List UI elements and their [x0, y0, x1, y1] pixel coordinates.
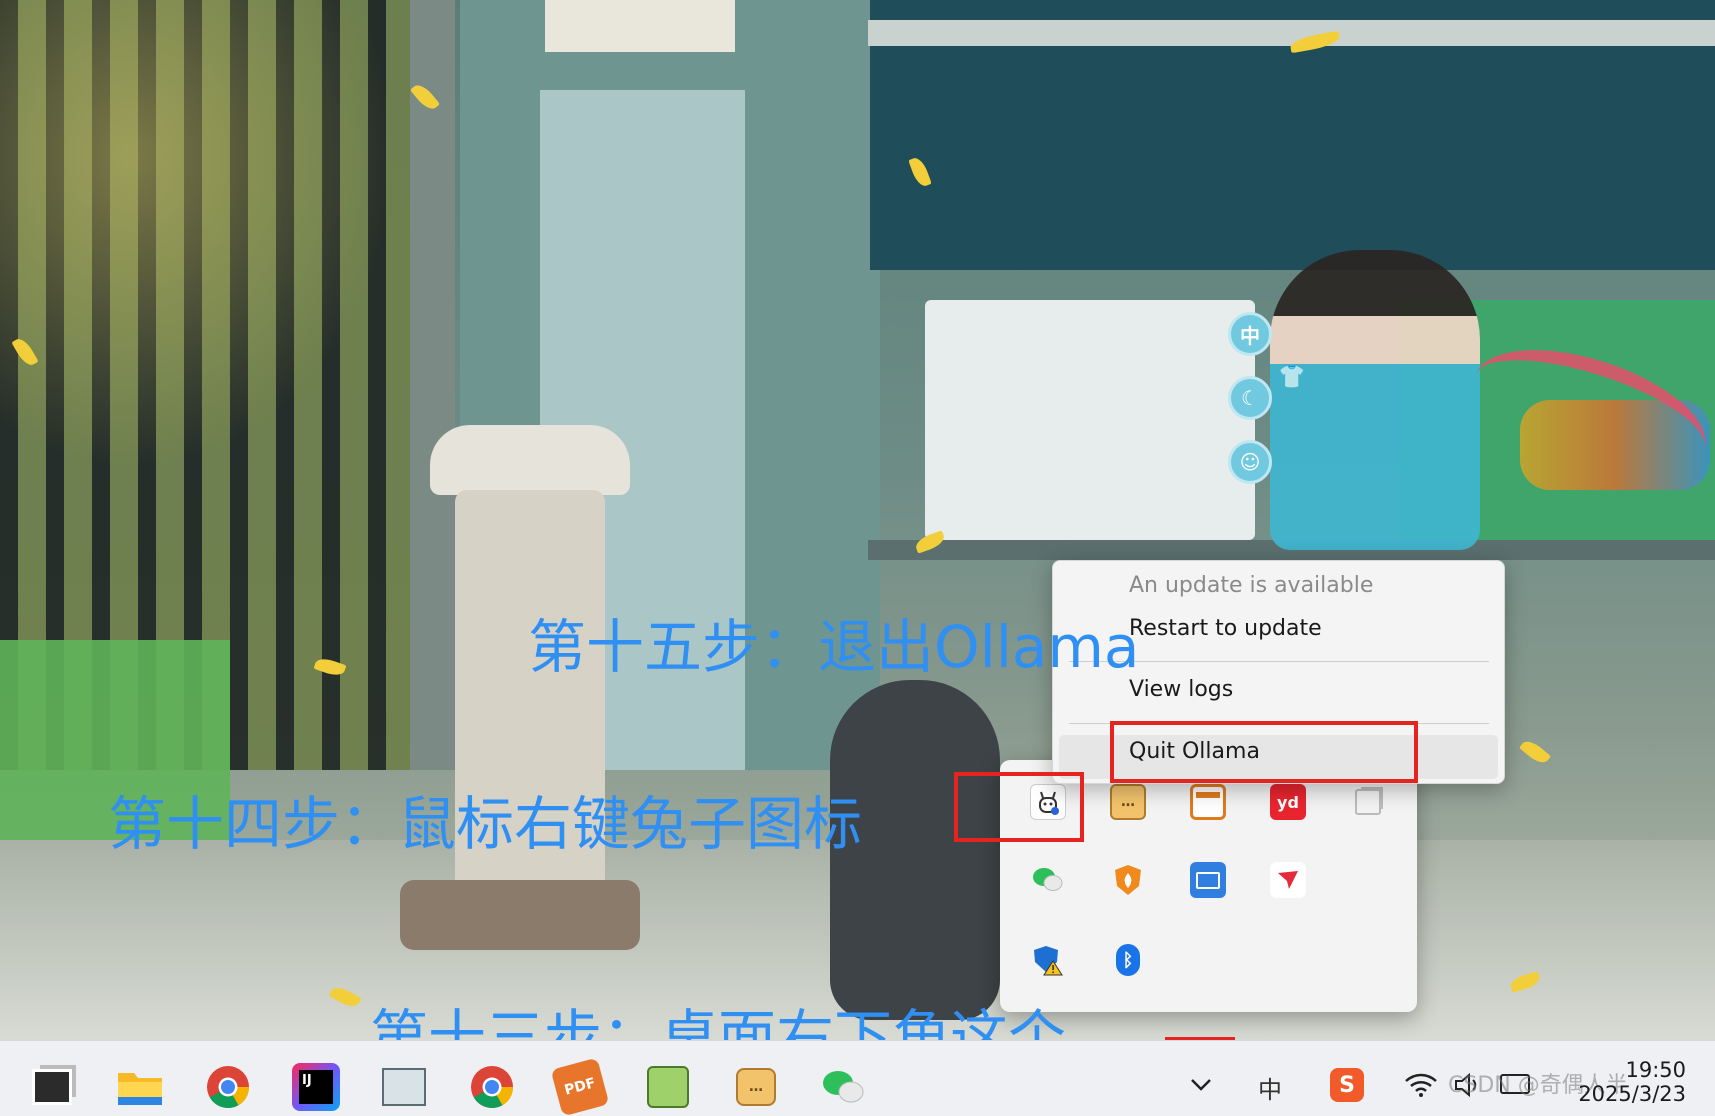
file-explorer-icon[interactable] — [116, 1063, 164, 1111]
wallpaper-character — [1270, 250, 1480, 550]
wechat-taskbar-icon[interactable] — [820, 1063, 868, 1111]
annotation-step-14: 第十四步：鼠标右键兔子图标 — [108, 790, 863, 858]
highlight-box-quit-ollama — [1110, 721, 1418, 783]
copy-icon[interactable] — [1350, 784, 1386, 820]
windows-security-warning-icon[interactable] — [1030, 942, 1066, 978]
ime-moon-icon[interactable]: ☾ — [1228, 376, 1272, 420]
huorong-security-icon[interactable] — [1110, 862, 1146, 898]
terminal-notes-icon[interactable] — [380, 1063, 428, 1111]
view-logs-menu-item[interactable]: View logs — [1129, 677, 1233, 702]
ime-language-button[interactable]: 中 — [1228, 312, 1272, 356]
highlight-box-ollama-icon — [954, 772, 1084, 842]
task-view-icon[interactable] — [28, 1063, 76, 1111]
wifi-icon[interactable] — [1404, 1072, 1438, 1102]
chat-bubble-icon[interactable]: … — [1110, 784, 1146, 820]
wallpaper-hydrant — [430, 425, 630, 495]
clock-time: 19:50 — [1625, 1058, 1686, 1082]
notepad-frog-icon[interactable] — [644, 1063, 692, 1111]
chrome-icon[interactable] — [204, 1063, 252, 1111]
clock-date: 2025/3/23 — [1578, 1082, 1686, 1107]
ime-floating-toolbar: 中 ☾ ☺ — [1228, 312, 1278, 504]
ime-taskbar-indicator[interactable]: 中 — [1258, 1070, 1282, 1105]
chat-app-icon[interactable]: … — [732, 1063, 780, 1111]
restart-to-update-menu-item[interactable]: Restart to update — [1129, 616, 1322, 641]
ime-skin-icon[interactable]: 👕 — [1278, 365, 1305, 390]
youdao-icon[interactable]: yd — [1270, 784, 1306, 820]
chrome-icon-2[interactable] — [468, 1063, 516, 1111]
bluetooth-icon[interactable]: ᛒ — [1110, 942, 1146, 978]
system-clock[interactable]: 19:50 2025/3/23 — [1566, 1058, 1686, 1106]
desktop-wallpaper — [0, 0, 1715, 1040]
wallpaper-white-crate — [925, 300, 1255, 540]
intellij-idea-icon[interactable]: IJ — [292, 1063, 340, 1111]
ime-emoji-icon[interactable]: ☺ — [1228, 440, 1272, 484]
remote-desktop-icon[interactable] — [1190, 862, 1226, 898]
video-player-icon[interactable] — [1190, 784, 1226, 820]
wechat-icon[interactable] — [1030, 862, 1066, 898]
tray-overflow-chevron-icon[interactable] — [1186, 1070, 1216, 1100]
annotation-step-15: 第十五步：退出Ollama — [528, 613, 1140, 681]
update-available-status: An update is available — [1129, 573, 1374, 598]
sogou-input-icon[interactable]: S — [1330, 1068, 1364, 1102]
feishu-icon[interactable] — [1270, 862, 1306, 898]
